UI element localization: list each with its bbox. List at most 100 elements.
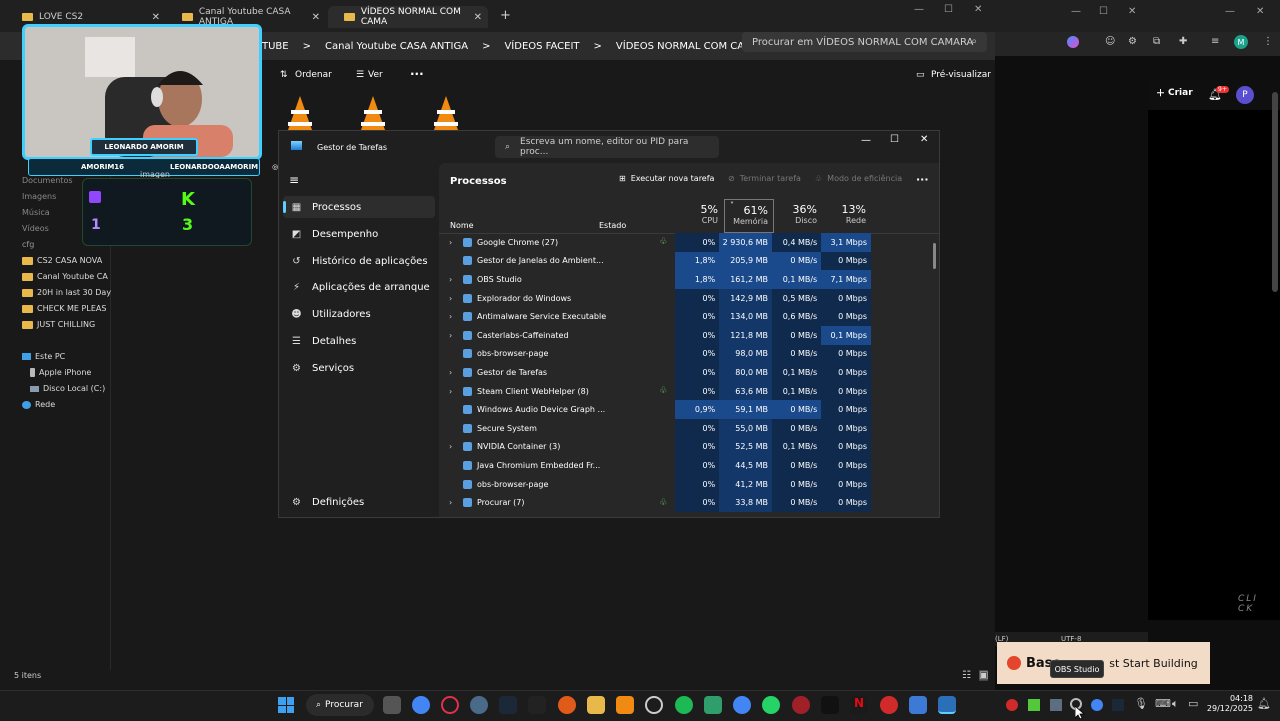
netflix-icon[interactable]: N [850,696,868,714]
task-manager-taskbar-icon[interactable] [938,696,956,714]
sidebar-item-musica[interactable]: Música [22,208,50,217]
table-row[interactable]: obs-browser-page 0% 98,0 MB 0 MB/s 0 Mbps [439,344,871,364]
table-row[interactable]: Java Chromium Embedded Fr... 0% 44,5 MB 0 M… [439,456,871,475]
explorer-search-input[interactable]: Procurar em VÍDEOS NORMAL COM CAMARA ⌕ [742,32,987,52]
breadcrumb[interactable]: TUBE > Canal Youtube CASA ANTIGA > VÍDEO… [262,36,787,56]
col-cpu[interactable]: 5% CPU [676,199,723,233]
notifications-icon[interactable]: 🔔︎ [1257,697,1271,710]
breadcrumb-item[interactable]: VÍDEOS FACEIT [504,41,579,52]
close-icon[interactable]: ✕ [312,12,320,23]
sidebar-item-iphone[interactable]: Apple iPhone [30,368,91,377]
sidebar-item-cs2-casa-nova[interactable]: CS2 CASA NOVA [22,256,102,265]
chevron-right-icon[interactable]: › [449,498,463,507]
battery-icon[interactable]: ▭ [1188,697,1198,710]
table-row[interactable]: obs-browser-page 0% 41,2 MB 0 MB/s 0 Mbps [439,474,871,494]
maximize-icon[interactable]: ☐ [944,4,953,15]
run-new-task-button[interactable]: ⊞ Executar nova tarefa [619,174,714,183]
table-row[interactable]: › Antimalware Service Executable 0% 134,0 M… [439,307,871,326]
scrollbar[interactable] [1272,92,1278,292]
chevron-right-icon[interactable]: › [449,275,463,284]
table-row[interactable]: Windows Audio Device Graph ... 0,9% 59,1 M… [439,400,871,419]
file-explorer-icon[interactable] [587,696,605,714]
sidebar-item-just-chilling[interactable]: JUST CHILLING [22,320,95,329]
menu-icon[interactable]: ⋮ [1263,36,1273,47]
tray-nvidia-icon[interactable] [1028,699,1040,711]
volume-icon[interactable]: 🔈︎ [1172,697,1179,711]
tm-search-input[interactable]: ⌕ Escreva um nome, editor ou PID para pr… [495,136,719,158]
more-options-button[interactable]: ··· [916,173,929,186]
sidebar-item-check-me[interactable]: CHECK ME PLEAS [22,304,106,313]
table-row[interactable]: › Gestor de Tarefas 0% 80,0 MB 0,1 MB/s 0 Mbp… [439,363,871,382]
chevron-right-icon[interactable]: › [449,294,463,303]
chevron-right-icon[interactable]: › [449,312,463,321]
opera-icon[interactable] [441,696,459,714]
nav-utilizadores[interactable]: ☻ Utilizadores [283,303,435,325]
col-disk[interactable]: 36% Disco [773,199,822,233]
nav-definicoes[interactable]: ⚙ Definições [283,491,435,513]
vlc-file-icon[interactable] [431,96,461,132]
close-window-icon[interactable]: ✕ [1256,6,1264,17]
profile-icon[interactable]: ☺ [1105,36,1115,47]
microphone-icon[interactable]: 🎙︎ [1134,697,1148,710]
sidebar-item-20h[interactable]: 20H in last 30 Day [22,288,111,297]
table-row[interactable]: › Steam Client WebHelper (8) ♧ 0% 63,6 MB 0,1… [439,381,871,401]
tray-app-icon[interactable] [1006,699,1018,711]
settings-icon[interactable]: ⚙ [1128,36,1137,47]
settings-app-icon[interactable] [470,696,488,714]
sidebar-item-videos[interactable]: Vídeos [22,224,49,233]
table-row[interactable]: › Google Chrome (27) ♧ 0% 2 930,6 MB 0,4 MB/s… [439,233,871,252]
vlc-file-icon[interactable] [285,96,315,132]
sort-button[interactable]: Ordenar [295,70,332,80]
epic-games-icon[interactable] [528,696,546,714]
col-memory[interactable]: ˅ 61% Memória [724,199,774,233]
creative-cloud-icon[interactable] [880,696,898,714]
tiktok-icon[interactable] [821,696,839,714]
close-icon[interactable]: ✕ [152,12,160,23]
tiles-view-icon[interactable]: ▣ [979,670,989,681]
minimize-icon[interactable]: — [1071,6,1081,17]
close-window-icon[interactable]: ✕ [1128,6,1136,17]
sidebar-item-imagens[interactable]: Imagens [22,192,56,201]
chevron-right-icon[interactable]: › [449,331,463,340]
close-icon[interactable]: ✕ [474,12,482,23]
scrollbar[interactable] [933,243,936,269]
close-window-icon[interactable]: ✕ [974,4,982,15]
sidebar-item-rede[interactable]: Rede [22,400,55,409]
steam-icon[interactable] [499,696,517,714]
nav-historico[interactable]: ↺ Histórico de aplicações [283,250,435,272]
chevron-right-icon[interactable]: › [449,442,463,451]
tray-chrome-icon[interactable] [1091,699,1103,711]
chevron-right-icon[interactable]: › [449,238,463,247]
minimize-icon[interactable]: — [861,135,871,146]
nav-arranque[interactable]: ⚡ Aplicações de arranque [283,276,435,298]
breadcrumb-item[interactable]: TUBE [262,41,289,52]
chrome-icon[interactable] [733,696,751,714]
nav-detalhes[interactable]: ☰ Detalhes [283,330,435,352]
app-green-icon[interactable] [704,696,722,714]
create-button[interactable]: ＋ Criar [1156,86,1193,100]
nav-servicos[interactable]: ⚙ Serviços [283,357,435,379]
puzzle-icon[interactable]: ✚ [1179,36,1187,47]
table-row[interactable]: Gestor de Janelas do Ambient... 1,8% 205,9… [439,251,871,271]
table-row[interactable]: › Procurar (7) ♧ 0% 33,8 MB 0 MB/s 0 Mbps [439,493,871,512]
minimize-icon[interactable]: — [914,4,924,15]
whatsapp-icon[interactable] [762,696,780,714]
sidebar-item-documentos[interactable]: Documentos [22,176,73,185]
chevron-right-icon[interactable]: › [449,387,463,396]
tray-device-icon[interactable] [1050,699,1062,711]
sidebar-item-canal-youtube[interactable]: Canal Youtube CA [22,272,108,281]
maximize-icon[interactable]: ☐ [1099,6,1108,17]
table-row[interactable]: › Casterlabs-Caffeinated 0% 121,8 MB 0 MB/s 0… [439,325,871,345]
end-task-button[interactable]: ⊘ Terminar tarefa [728,174,801,183]
media-icon[interactable]: ≡ [1211,36,1219,47]
network-icon[interactable]: ⌨ [1155,697,1171,710]
taskbar-search[interactable]: ⌕ Procurar [306,694,374,716]
vlc-file-icon[interactable] [358,96,388,132]
col-name[interactable]: Nome [450,221,474,230]
extension-icon[interactable]: ⧉ [1153,36,1160,47]
table-row[interactable]: › OBS Studio 1,8% 161,2 MB 0,1 MB/s 7,1 Mbps [439,270,871,289]
breadcrumb-item[interactable]: Canal Youtube CASA ANTIGA [325,41,468,52]
preview-button[interactable]: Pré-visualizar [931,70,991,80]
nav-processos[interactable]: ▦ Processos [283,196,435,218]
table-row[interactable]: Secure System 0% 55,0 MB 0 MB/s 0 Mbps [439,418,871,438]
